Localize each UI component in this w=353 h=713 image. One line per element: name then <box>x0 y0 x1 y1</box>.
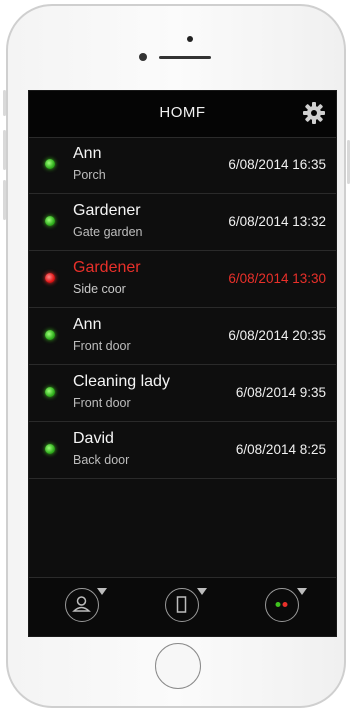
home-button[interactable] <box>155 643 201 689</box>
volume-down-button <box>3 180 6 220</box>
volume-up-button <box>3 130 6 170</box>
app-header: HOMF <box>29 91 336 138</box>
event-time: 6/08/2014 8:25 <box>235 442 326 457</box>
event-time: 6/08/2014 9:35 <box>235 385 326 400</box>
event-place: Front door <box>73 339 131 353</box>
status-dot <box>45 444 55 454</box>
power-button <box>347 140 350 184</box>
event-name: David <box>73 430 114 447</box>
gear-icon[interactable] <box>302 101 326 125</box>
person-icon[interactable] <box>65 588 99 622</box>
event-time: 6/08/2014 20:35 <box>228 328 326 343</box>
event-place: Back door <box>73 453 130 467</box>
list-item[interactable]: David Back door 6/08/2014 8:25 <box>29 422 336 479</box>
event-time: 6/08/2014 13:32 <box>228 214 326 229</box>
event-place: Gate garden <box>73 225 143 239</box>
event-name: Gardener <box>73 259 141 276</box>
front-camera-icon <box>139 53 147 61</box>
event-time: 6/08/2014 13:30 <box>228 271 326 286</box>
list-item[interactable]: Cleaning lady Front door 6/08/2014 9:35 <box>29 365 336 422</box>
dropdown-arrow-icon[interactable] <box>97 588 107 595</box>
speaker-grille <box>159 56 211 59</box>
page-title: HOMF <box>159 104 206 121</box>
dropdown-arrow-icon[interactable] <box>197 588 207 595</box>
app-screen: HOMF Ann Porch 6/08/2014 16:35 Gardener … <box>28 90 337 637</box>
list-item[interactable]: Gardener Gate garden 6/08/2014 13:32 <box>29 194 336 251</box>
status-lights-icon[interactable] <box>265 588 299 622</box>
status-dot <box>45 387 55 397</box>
event-list: Ann Porch 6/08/2014 16:35 Gardener Gate … <box>29 137 336 479</box>
status-dot <box>45 330 55 340</box>
door-icon[interactable] <box>165 588 199 622</box>
status-dot <box>45 273 55 283</box>
event-place: Front door <box>73 396 131 410</box>
dropdown-arrow-icon[interactable] <box>297 588 307 595</box>
list-item[interactable]: Ann Porch 6/08/2014 16:35 <box>29 137 336 194</box>
event-name: Gardener <box>73 202 141 219</box>
event-time: 6/08/2014 16:35 <box>228 157 326 172</box>
event-place: Side coor <box>73 282 126 296</box>
event-name: Ann <box>73 316 102 333</box>
list-item[interactable]: Ann Front door 6/08/2014 20:35 <box>29 308 336 365</box>
camera-icon <box>187 36 193 42</box>
event-name: Cleaning lady <box>73 373 170 390</box>
bottom-toolbar <box>29 577 336 636</box>
mute-switch <box>3 90 6 116</box>
status-dot <box>45 216 55 226</box>
event-place: Porch <box>73 168 106 182</box>
status-dot <box>45 159 55 169</box>
list-item[interactable]: Gardener Side coor 6/08/2014 13:30 <box>29 251 336 308</box>
event-name: Ann <box>73 145 102 162</box>
